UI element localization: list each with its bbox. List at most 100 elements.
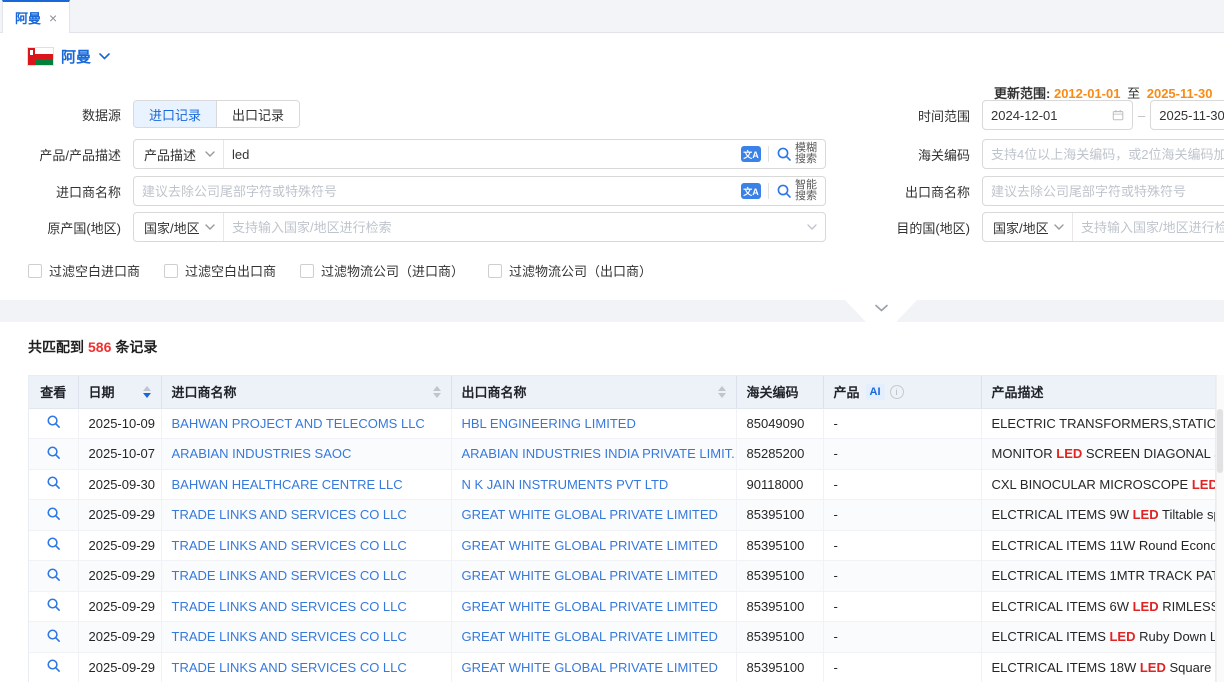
exporter-link[interactable]: GREAT WHITE GLOBAL PRIVATE LIMITED [462, 629, 718, 644]
filter-checkbox[interactable]: 过滤空白进口商 [28, 261, 140, 280]
col-hs-code: 海关编码 [736, 376, 823, 408]
import-records-option[interactable]: 进口记录 [134, 101, 216, 127]
product-cell: - [823, 500, 981, 531]
importer-link[interactable]: ARABIAN INDUSTRIES SAOC [172, 446, 352, 461]
tab-oman[interactable]: 阿曼 × [2, 0, 70, 33]
importer-link[interactable]: TRADE LINKS AND SERVICES CO LLC [172, 629, 407, 644]
magnifier-icon [46, 445, 61, 460]
hs-code-input[interactable] [983, 140, 1224, 168]
table-header-row: 查看 日期 进口商名称 出口商名称 海关编码 产品 [29, 376, 1216, 408]
checkbox-box[interactable] [28, 264, 42, 278]
country-selector[interactable]: 阿曼 [28, 46, 110, 67]
product-row: 产品/产品描述 产品描述 文A 模糊搜索 [0, 139, 826, 169]
date-to-picker[interactable] [1150, 100, 1224, 130]
exporter-link[interactable]: GREAT WHITE GLOBAL PRIVATE LIMITED [462, 568, 718, 583]
exporter-link[interactable]: N K JAIN INSTRUMENTS PVT LTD [462, 477, 669, 492]
importer-link[interactable]: BAHWAN PROJECT AND TELECOMS LLC [172, 416, 425, 431]
view-record-button[interactable] [46, 414, 61, 429]
product-cell: - [823, 561, 981, 592]
collapse-band [0, 300, 1224, 322]
importer-link[interactable]: TRADE LINKS AND SERVICES CO LLC [172, 538, 407, 553]
checkbox-label: 过滤物流公司（出口商） [509, 261, 652, 280]
checkbox-box[interactable] [300, 264, 314, 278]
filter-checkbox[interactable]: 过滤物流公司（出口商） [488, 261, 652, 280]
importer-link[interactable]: TRADE LINKS AND SERVICES CO LLC [172, 599, 407, 614]
records-table: 查看 日期 进口商名称 出口商名称 海关编码 产品 [28, 375, 1216, 682]
exporter-link[interactable]: ARABIAN INDUSTRIES INDIA PRIVATE LIMIT..… [462, 446, 737, 461]
chevron-down-icon [205, 151, 215, 157]
translate-icon[interactable]: 文A [741, 183, 761, 199]
magnifier-icon [776, 146, 792, 162]
fuzzy-search-button[interactable]: 模糊搜索 [776, 143, 817, 165]
translate-icon[interactable]: 文A [741, 146, 761, 162]
date-from-input[interactable] [991, 108, 1106, 123]
sort-icon-date[interactable] [143, 386, 151, 398]
origin-type-select[interactable]: 国家/地区 [134, 213, 224, 241]
importer-search-group: 文A 智能搜索 [133, 176, 826, 206]
importer-link[interactable]: BAHWAN HEALTHCARE CENTRE LLC [172, 477, 403, 492]
col-importer[interactable]: 进口商名称 [161, 376, 451, 408]
table-row: 2025-09-30BAHWAN HEALTHCARE CENTRE LLCN … [29, 469, 1216, 500]
exporter-name-input[interactable] [983, 177, 1224, 205]
destination-country-input[interactable] [1073, 213, 1224, 241]
magnifier-icon [46, 597, 61, 612]
destination-type-select[interactable]: 国家/地区 [983, 213, 1073, 241]
record-date: 2025-10-09 [78, 408, 161, 439]
product-description: ELCTRICAL ITEMS LED Ruby Down Li... [981, 622, 1216, 653]
importer-link[interactable]: TRADE LINKS AND SERVICES CO LLC [172, 507, 407, 522]
importer-link[interactable]: TRADE LINKS AND SERVICES CO LLC [172, 568, 407, 583]
view-record-button[interactable] [46, 658, 61, 673]
col-view: 查看 [29, 376, 78, 408]
exporter-group [982, 176, 1224, 206]
magnifier-icon [776, 183, 792, 199]
importer-name-input[interactable] [134, 177, 741, 205]
chevron-down-icon[interactable] [807, 224, 817, 230]
divider [768, 146, 769, 162]
product-type-select[interactable]: 产品描述 [134, 140, 224, 168]
filter-checkbox[interactable]: 过滤物流公司（进口商） [300, 261, 464, 280]
view-record-button[interactable] [46, 628, 61, 643]
info-icon[interactable] [890, 385, 904, 399]
table-row: 2025-10-07ARABIAN INDUSTRIES SAOCARABIAN… [29, 439, 1216, 470]
scrollbar-thumb[interactable] [1217, 409, 1223, 473]
product-cell: - [823, 530, 981, 561]
magnifier-icon [46, 536, 61, 551]
product-cell: - [823, 469, 981, 500]
exporter-link[interactable]: HBL ENGINEERING LIMITED [462, 416, 636, 431]
close-icon[interactable]: × [49, 11, 57, 25]
view-record-button[interactable] [46, 567, 61, 582]
checkbox-box[interactable] [488, 264, 502, 278]
export-records-option[interactable]: 出口记录 [216, 101, 299, 127]
view-record-button[interactable] [46, 536, 61, 551]
origin-country-input[interactable] [224, 213, 807, 241]
view-record-button[interactable] [46, 506, 61, 521]
col-exporter[interactable]: 出口商名称 [451, 376, 736, 408]
table-row: 2025-09-29TRADE LINKS AND SERVICES CO LL… [29, 622, 1216, 653]
exporter-link[interactable]: GREAT WHITE GLOBAL PRIVATE LIMITED [462, 660, 718, 675]
exporter-link[interactable]: GREAT WHITE GLOBAL PRIVATE LIMITED [462, 507, 718, 522]
table-row: 2025-09-29TRADE LINKS AND SERVICES CO LL… [29, 561, 1216, 592]
product-description: ELCTRICAL ITEMS 1MTR TRACK PATT... [981, 561, 1216, 592]
sort-icon-importer[interactable] [433, 386, 441, 398]
exporter-link[interactable]: GREAT WHITE GLOBAL PRIVATE LIMITED [462, 599, 718, 614]
product-cell: - [823, 439, 981, 470]
view-record-button[interactable] [46, 597, 61, 612]
table-row: 2025-09-29 TRADE LINKS AND SERVICES CO LL… [29, 500, 1216, 531]
sort-icon-exporter[interactable] [718, 386, 726, 398]
record-date: 2025-09-29 [78, 500, 161, 531]
view-record-button[interactable] [46, 445, 61, 460]
record-date: 2025-09-29 [78, 652, 161, 682]
date-from-picker[interactable] [982, 100, 1133, 130]
exporter-link[interactable]: GREAT WHITE GLOBAL PRIVATE LIMITED [462, 538, 718, 553]
product-label: 产品/产品描述 [0, 145, 133, 164]
view-record-button[interactable] [46, 475, 61, 490]
filter-checkbox[interactable]: 过滤空白出口商 [164, 261, 276, 280]
collapse-panel-button[interactable] [845, 300, 917, 322]
product-keyword-input[interactable] [224, 140, 741, 168]
col-date[interactable]: 日期 [78, 376, 161, 408]
importer-link[interactable]: TRADE LINKS AND SERVICES CO LLC [172, 660, 407, 675]
smart-search-button[interactable]: 智能搜索 [776, 180, 817, 202]
date-to-input[interactable] [1159, 108, 1224, 123]
chevron-down-icon [205, 224, 215, 230]
checkbox-box[interactable] [164, 264, 178, 278]
